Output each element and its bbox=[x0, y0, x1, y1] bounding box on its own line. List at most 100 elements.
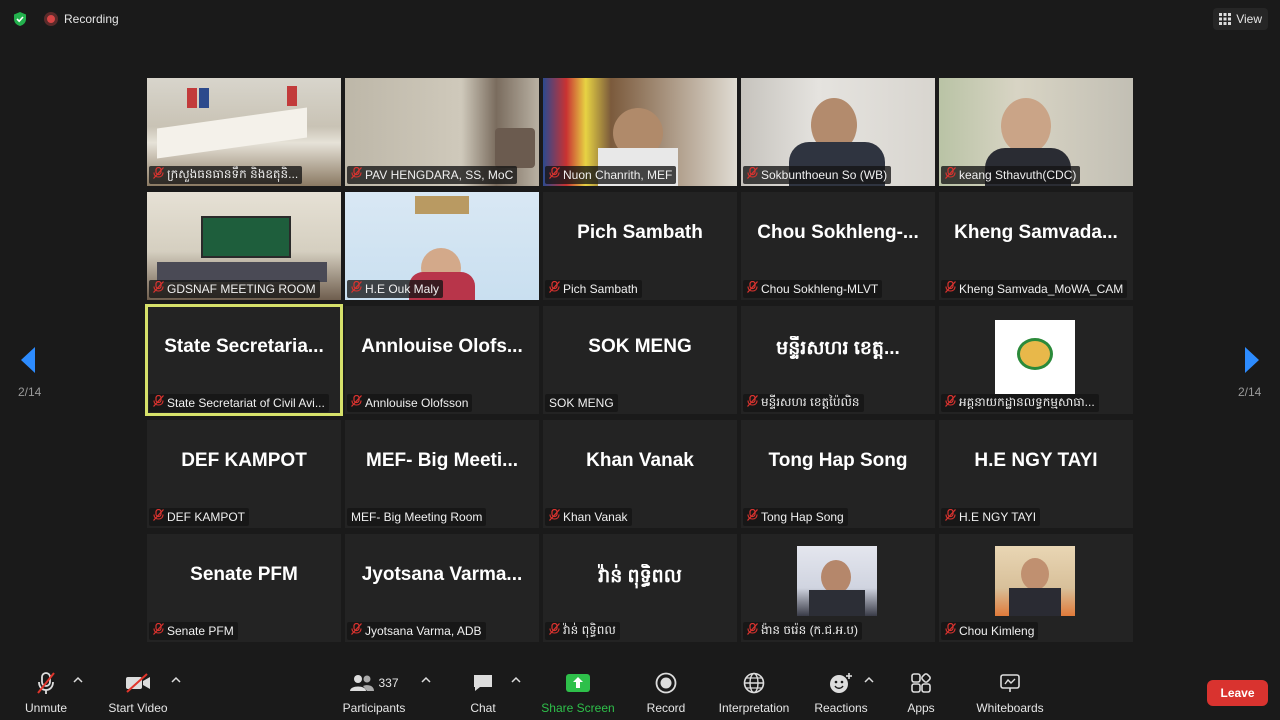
muted-mic-icon bbox=[153, 280, 164, 298]
muted-mic-icon bbox=[747, 394, 758, 412]
participant-tile[interactable]: Chou Sokhleng-... Chou Sokhleng-MLVT bbox=[741, 192, 935, 300]
participant-tile[interactable]: Khan Vanak Khan Vanak bbox=[543, 420, 737, 528]
muted-mic-icon bbox=[549, 622, 560, 640]
participant-tile[interactable]: PAV HENGDARA, SS, MoC bbox=[345, 78, 539, 186]
leave-button[interactable]: Leave bbox=[1207, 680, 1268, 706]
share-screen-button[interactable]: Share Screen bbox=[540, 670, 616, 716]
participant-name-large: Senate PFM bbox=[190, 564, 298, 585]
muted-mic-icon bbox=[153, 508, 164, 526]
participant-tile[interactable]: Pich Sambath Pich Sambath bbox=[543, 192, 737, 300]
participant-name-tag: ក្រសួងធនធានទឹក និងឧតុនិ... bbox=[149, 166, 303, 184]
participant-name: អគ្គនាយកដ្ឋានលទ្ធកម្មសាធា... bbox=[959, 395, 1095, 409]
participant-name-tag: H.E NGY TAYI bbox=[941, 508, 1041, 526]
participant-name: GDSNAF MEETING ROOM bbox=[167, 282, 316, 296]
participant-tile[interactable]: Chou Kimleng bbox=[939, 534, 1133, 642]
participants-button[interactable]: 337 Participants bbox=[340, 670, 408, 716]
participant-tile[interactable]: Sokbunthoeun So (WB) bbox=[741, 78, 935, 186]
participant-name-large: MEF- Big Meeti... bbox=[366, 450, 518, 471]
participant-name-tag: H.E Ouk Maly bbox=[347, 280, 444, 298]
participant-tile[interactable]: Tong Hap Song Tong Hap Song bbox=[741, 420, 935, 528]
participant-name-tag: Kheng Samvada_MoWA_CAM bbox=[941, 280, 1128, 298]
participant-name-tag: Sokbunthoeun So (WB) bbox=[743, 166, 892, 184]
participant-tile[interactable]: H.E Ouk Maly bbox=[345, 192, 539, 300]
page-indicator-left: 2/14 bbox=[18, 385, 42, 399]
apps-icon bbox=[911, 673, 931, 693]
participant-name-large: វ៉ាន់ ពុទ្ធិពល bbox=[598, 566, 682, 587]
muted-mic-icon bbox=[351, 394, 362, 412]
participant-name: MEF- Big Meeting Room bbox=[351, 510, 483, 524]
participant-name-large: មន្ទីរសហរ ខេត្ត... bbox=[776, 338, 900, 359]
participant-name: Khan Vanak bbox=[563, 510, 628, 524]
participant-name: វ៉ាន់ ពុទ្ធិពល bbox=[563, 623, 616, 637]
muted-mic-icon bbox=[945, 166, 956, 184]
participant-name: Sokbunthoeun So (WB) bbox=[761, 168, 888, 182]
participant-tile[interactable]: keang Sthavuth(CDC) bbox=[939, 78, 1133, 186]
apps-button[interactable]: Apps bbox=[903, 670, 939, 716]
participant-name: Chou Sokhleng-MLVT bbox=[761, 282, 879, 296]
muted-mic-icon bbox=[747, 622, 758, 640]
participant-tile[interactable]: MEF- Big Meeti... MEF- Big Meeting Room bbox=[345, 420, 539, 528]
participant-tile[interactable]: ក្រសួងធនធានទឹក និងឧតុនិ... bbox=[147, 78, 341, 186]
interpretation-button[interactable]: Interpretation bbox=[712, 670, 796, 716]
participant-name-tag: វ៉ាន់ ពុទ្ធិពល bbox=[545, 622, 620, 640]
audio-options-chevron-icon[interactable] bbox=[73, 676, 83, 684]
participant-tile[interactable]: Kheng Samvada... Kheng Samvada_MoWA_CAM bbox=[939, 192, 1133, 300]
security-shield-icon[interactable] bbox=[12, 11, 28, 27]
participant-name-tag: Nuon Chanrith, MEF bbox=[545, 166, 677, 184]
participant-tile[interactable]: H.E NGY TAYI H.E NGY TAYI bbox=[939, 420, 1133, 528]
participant-name: Kheng Samvada_MoWA_CAM bbox=[959, 282, 1124, 296]
participant-name-tag: មន្ទីរសហរ ខេត្តប៉ៃលិន bbox=[743, 394, 864, 412]
participant-tile[interactable]: ង៉ាន ចរ៉េន (ក.ជ.អ.ប) bbox=[741, 534, 935, 642]
muted-mic-icon bbox=[351, 622, 362, 640]
previous-page-arrow-icon[interactable] bbox=[18, 345, 38, 375]
participant-name-tag: Khan Vanak bbox=[545, 508, 632, 526]
participant-tile[interactable]: Jyotsana Varma... Jyotsana Varma, ADB bbox=[345, 534, 539, 642]
unmute-label: Unmute bbox=[24, 701, 68, 715]
participant-tile[interactable]: Nuon Chanrith, MEF bbox=[543, 78, 737, 186]
participant-tile[interactable]: Annlouise Olofs... Annlouise Olofsson bbox=[345, 306, 539, 414]
video-grid: ក្រសួងធនធានទឹក និងឧតុនិ... PAV HENGDARA, … bbox=[145, 78, 1133, 644]
start-video-button[interactable]: Start Video bbox=[105, 670, 171, 716]
participant-tile[interactable]: State Secretaria... State Secretariat of … bbox=[145, 304, 343, 416]
muted-mic-icon bbox=[153, 166, 164, 184]
participant-tile[interactable]: មន្ទីរសហរ ខេត្ត... មន្ទីរសហរ ខេត្តប៉ៃលិន bbox=[741, 306, 935, 414]
unmute-button[interactable]: Unmute bbox=[22, 670, 70, 716]
participant-name-large: Pich Sambath bbox=[577, 222, 703, 243]
participant-tile[interactable]: អគ្គនាយកដ្ឋានលទ្ធកម្មសាធា... bbox=[939, 306, 1133, 414]
page-indicator-right: 2/14 bbox=[1238, 385, 1262, 399]
record-icon bbox=[655, 672, 677, 694]
recording-indicator[interactable]: Recording bbox=[38, 8, 125, 30]
share-screen-arrow-icon bbox=[566, 674, 590, 692]
participant-name-tag: Chou Sokhleng-MLVT bbox=[743, 280, 883, 298]
participant-name-tag: keang Sthavuth(CDC) bbox=[941, 166, 1081, 184]
participant-tile[interactable]: GDSNAF MEETING ROOM bbox=[147, 192, 341, 300]
reactions-button[interactable]: Reactions bbox=[812, 670, 870, 716]
reactions-options-chevron-icon[interactable] bbox=[864, 676, 874, 684]
participant-tile[interactable]: វ៉ាន់ ពុទ្ធិពល វ៉ាន់ ពុទ្ធិពល bbox=[543, 534, 737, 642]
muted-mic-icon bbox=[747, 166, 758, 184]
view-button[interactable]: View bbox=[1213, 8, 1268, 30]
participant-name: keang Sthavuth(CDC) bbox=[959, 168, 1077, 182]
participant-name-large: Jyotsana Varma... bbox=[361, 564, 523, 585]
participant-name-large: H.E NGY TAYI bbox=[974, 450, 1098, 471]
next-page-arrow-icon[interactable] bbox=[1242, 345, 1262, 375]
participant-tile[interactable]: SOK MENG SOK MENG bbox=[543, 306, 737, 414]
chat-options-chevron-icon[interactable] bbox=[511, 676, 521, 684]
participants-options-chevron-icon[interactable] bbox=[421, 676, 431, 684]
chat-button[interactable]: Chat bbox=[466, 670, 500, 716]
participant-name-large: Tong Hap Song bbox=[768, 450, 908, 471]
whiteboards-button[interactable]: Whiteboards bbox=[972, 670, 1048, 716]
video-options-chevron-icon[interactable] bbox=[171, 676, 181, 684]
muted-mic-icon bbox=[351, 280, 362, 298]
participant-name-tag: SOK MENG bbox=[545, 394, 618, 412]
recording-dot-icon bbox=[44, 12, 58, 26]
participant-name-tag: GDSNAF MEETING ROOM bbox=[149, 280, 320, 298]
participant-tile[interactable]: DEF KAMPOT DEF KAMPOT bbox=[147, 420, 341, 528]
participant-name-tag: Senate PFM bbox=[149, 622, 238, 640]
muted-mic-icon bbox=[945, 280, 956, 298]
participant-tile[interactable]: Senate PFM Senate PFM bbox=[147, 534, 341, 642]
record-button[interactable]: Record bbox=[644, 670, 688, 716]
chat-bubble-icon bbox=[474, 675, 492, 691]
participant-name-tag: MEF- Big Meeting Room bbox=[347, 508, 487, 526]
participant-name: Annlouise Olofsson bbox=[365, 396, 469, 410]
